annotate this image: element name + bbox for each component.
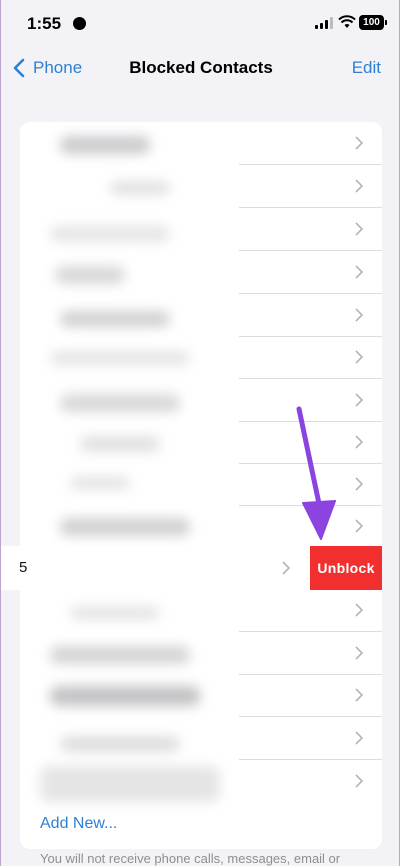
- arrow-annotation: [296, 406, 336, 540]
- list-item[interactable]: [20, 251, 382, 294]
- row-chevron-icon: [355, 519, 363, 533]
- location-icon: [73, 17, 86, 30]
- row-chevron-icon: [355, 136, 363, 150]
- list-item[interactable]: [20, 122, 382, 165]
- footer-note: You will not receive phone calls, messag…: [40, 851, 341, 866]
- row-chevron-icon: [355, 265, 363, 279]
- row-chevron-icon: [355, 179, 363, 193]
- row-chevron-icon: [282, 561, 290, 575]
- row-chevron-icon: [355, 222, 363, 236]
- navigation-bar: Phone Blocked Contacts Edit: [1, 48, 399, 88]
- list-item[interactable]: [20, 294, 382, 337]
- signal-icon: [315, 17, 333, 29]
- edit-button[interactable]: Edit: [352, 58, 381, 78]
- add-new-button[interactable]: Add New...: [40, 815, 117, 833]
- page-title: Blocked Contacts: [129, 58, 273, 77]
- wifi-icon: [338, 15, 356, 28]
- list-item[interactable]: [20, 589, 382, 632]
- row-chevron-icon: [355, 774, 363, 788]
- row-chevron-icon: [355, 308, 363, 322]
- row-chevron-icon: [355, 435, 363, 449]
- unblock-button[interactable]: Unblock: [310, 546, 382, 590]
- swiped-row-number: 5: [19, 559, 28, 576]
- row-chevron-icon: [355, 646, 363, 660]
- status-bar: 1:55 100: [1, 0, 399, 48]
- row-chevron-icon: [355, 477, 363, 491]
- row-chevron-icon: [355, 603, 363, 617]
- row-chevron-icon: [355, 731, 363, 745]
- list-item[interactable]: [20, 674, 382, 717]
- list-item[interactable]: [20, 165, 382, 208]
- status-time: 1:55: [27, 14, 62, 33]
- swiped-contact-row[interactable]: 5 Unblock: [1, 546, 399, 590]
- swiped-row-content[interactable]: 5: [1, 546, 310, 590]
- list-item[interactable]: [20, 336, 382, 379]
- row-chevron-icon: [355, 688, 363, 702]
- row-chevron-icon: [355, 393, 363, 407]
- list-item[interactable]: [20, 760, 382, 803]
- battery-icon: 100: [359, 15, 387, 30]
- row-chevron-icon: [355, 350, 363, 364]
- list-item[interactable]: [20, 717, 382, 760]
- list-item[interactable]: [20, 632, 382, 675]
- phone-screen: 1:55 100 Phone Blocked Contacts Edit 5 U…: [0, 0, 400, 866]
- list-item[interactable]: [20, 208, 382, 251]
